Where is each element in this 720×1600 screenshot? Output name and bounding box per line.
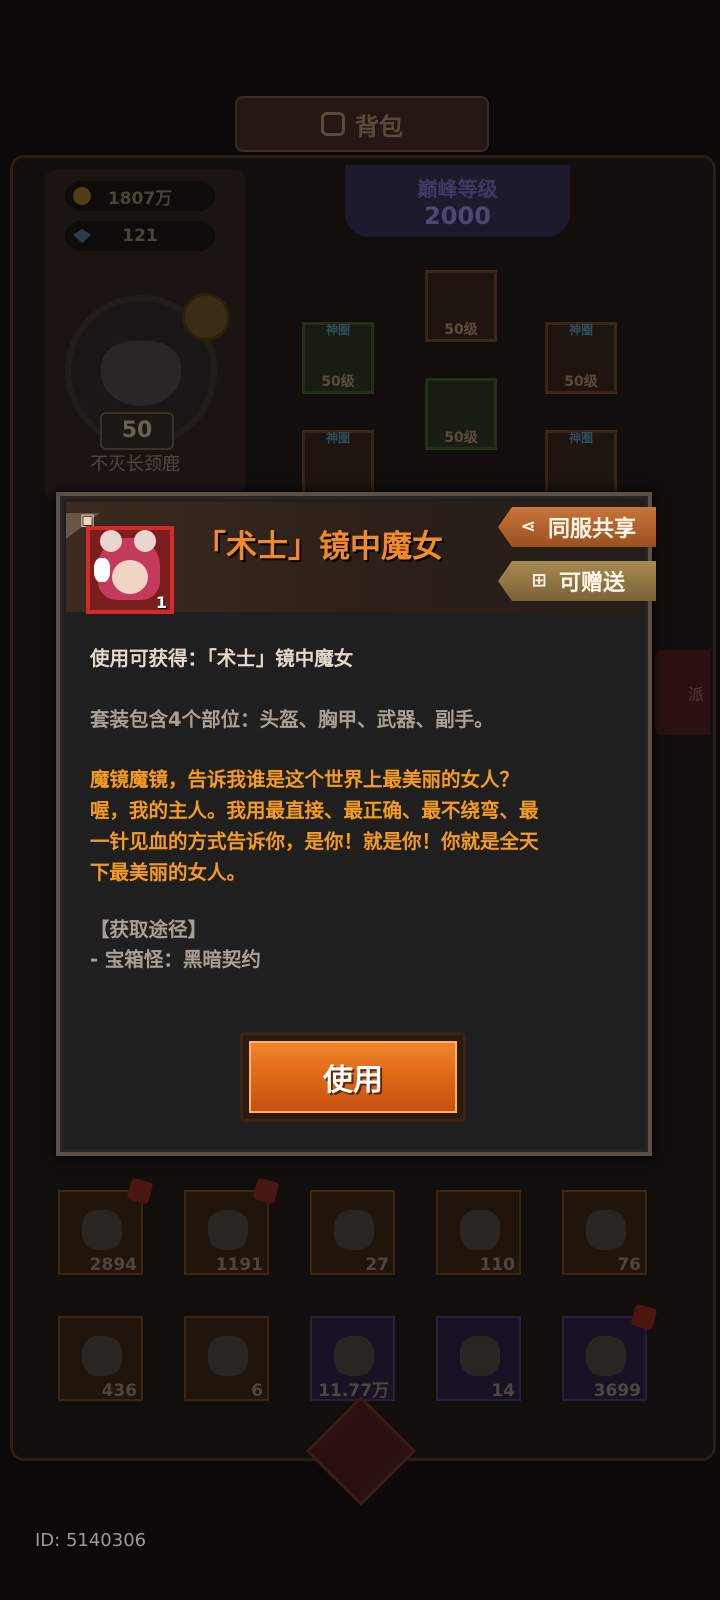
item-count: 436 [101,1381,138,1401]
item-count: 14 [491,1381,515,1401]
equip-level: 50级 [321,374,355,390]
equip-slot-left[interactable]: 神圈 50级 [302,322,374,394]
equip-slot-helmet[interactable]: 50级 [425,270,497,342]
item-count: 76 [617,1255,641,1275]
spring-icon [586,1210,626,1250]
item-count: 1191 [215,1255,263,1275]
star-icon [460,1336,500,1376]
flavor-text-line3: 一针见血的方式告诉你，是你！就是你！你就是全天 [90,830,539,853]
item-count: 6 [251,1381,263,1401]
gold-counter: 1807万 [65,181,215,211]
gold-coin-icon [73,187,91,205]
item-count: 3699 [593,1381,641,1401]
source-item: - 宝箱怪：黑暗契约 [90,948,261,971]
inventory-item[interactable]: 11.77万 [310,1316,395,1401]
item-count: 11.77万 [318,1381,389,1401]
gem-value: 121 [122,226,158,246]
inventory-item[interactable]: 3699 [562,1303,658,1401]
portrait-ear-right [134,530,156,552]
flavor-text-line4: 下最美丽的女人。 [90,861,247,884]
inventory-item[interactable]: 436 [58,1316,143,1401]
equip-level: 50级 [564,374,598,390]
bell-icon [82,1210,122,1250]
peak-level-banner: 巅峰等级 2000 [345,165,570,237]
page-title-bar: 背包 [235,96,489,152]
portrait-ear-left [100,530,122,552]
crystal-icon [208,1210,248,1250]
item-title: 「术士」镜中魔女 [195,529,443,565]
peak-level-title: 巅峰等级 [417,177,498,201]
eye-orb-icon [460,1210,500,1250]
gold-value: 1807万 [107,188,173,209]
diamond-icon [73,229,91,243]
item-count: 2894 [89,1255,137,1275]
side-tab-label: 派 [687,684,704,704]
refresh-icon[interactable] [182,293,230,341]
use-button[interactable]: 使用 [240,1032,466,1122]
flavor-text-line2: 喔，我的主人。我用最直接、最正确、最不绕弯、最 [90,799,539,822]
flavor-text-line1: 魔镜魔镜，告诉我谁是这个世界上最美丽的女人？ [90,768,520,791]
use-button-label: 使用 [249,1041,457,1113]
dust-icon [334,1336,374,1376]
gem-shard-icon [334,1210,374,1250]
gift-button[interactable]: ⊞ 可赠送 [498,561,656,601]
inventory-item[interactable]: 14 [436,1316,521,1401]
equip-tag: 神圈 [325,431,350,445]
inventory-item[interactable]: 6 [184,1316,269,1401]
item-count: 110 [479,1255,516,1275]
item-icon: 1 [86,526,174,614]
equip-tag: 神圈 [325,323,350,337]
scroll-icon [208,1336,248,1376]
item-quantity: 1 [155,593,167,612]
avatar-level-badge: 50 [100,412,174,450]
portrait-face [112,560,148,594]
set-parts-text: 套装包含4个部位：头盔、胸甲、武器、副手。 [90,708,494,731]
equip-tag: 神圈 [568,431,593,445]
ore-icon [586,1336,626,1376]
source-header: 【获取途径】 [90,918,208,941]
equip-tag: 神圈 [568,323,593,337]
backpack-icon [321,112,345,136]
equip-slot-right[interactable]: 神圈 50级 [545,322,617,394]
water-drop-icon [82,1336,122,1376]
inventory-item[interactable]: 1191 [184,1177,280,1275]
equip-slot-chest[interactable]: 50级 [425,378,497,450]
raccoon-avatar-icon [101,341,181,406]
peak-level-value: 2000 [424,202,491,230]
obtain-text: 使用可获得：「术士」镜中魔女 [90,647,354,670]
share-icon: ⋖ [520,516,536,537]
user-id: ID: 5140306 [35,1530,147,1551]
inventory-item[interactable]: 76 [562,1190,647,1275]
inventory-item[interactable]: 110 [436,1190,521,1275]
share-label: 同服共享 [547,517,636,542]
inventory-item[interactable]: 2894 [58,1177,154,1275]
gem-counter: 121 [65,221,215,251]
item-count: 27 [365,1255,389,1275]
portrait-bow [94,558,110,582]
equip-level: 50级 [444,430,478,446]
equip-level: 50级 [444,322,478,338]
avatar-name: 不灭长颈鹿 [90,454,180,475]
gift-icon: ⊞ [531,570,547,591]
gift-label: 可赠送 [558,571,625,596]
share-button[interactable]: ⋖ 同服共享 [498,507,656,547]
page-title: 背包 [355,112,403,141]
inventory-item[interactable]: 27 [310,1190,395,1275]
side-tab[interactable]: 派 [655,650,710,735]
